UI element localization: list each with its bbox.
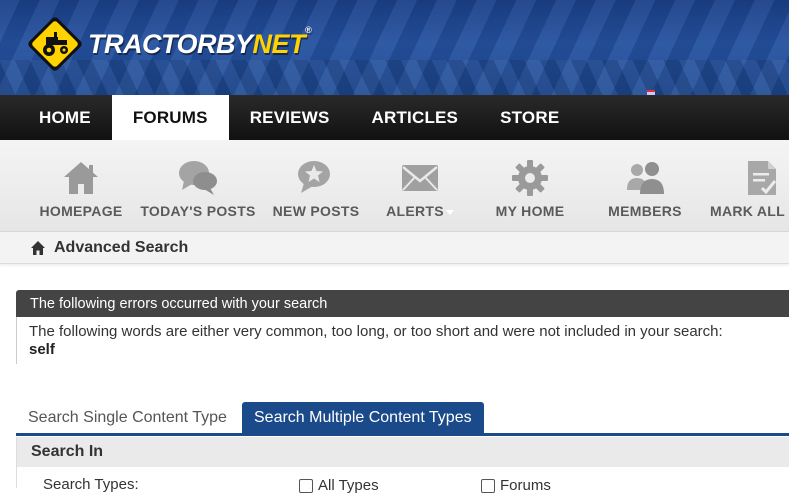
error-word: self [29, 341, 55, 358]
document-check-icon [742, 158, 782, 198]
error-body: The following words are either very comm… [16, 317, 789, 364]
checkbox-all-types-box[interactable] [299, 478, 313, 493]
subnav-alerts-label: ALERTS [386, 203, 454, 219]
breadcrumb: Advanced Search [0, 232, 789, 264]
subnav-homepage[interactable]: HOMEPAGE [39, 140, 123, 232]
subnav-new-posts[interactable]: NEW POSTS [272, 140, 360, 232]
subnav-my-home-label: MY HOME [495, 203, 565, 219]
tab-single-content-type[interactable]: Search Single Content Type [28, 402, 227, 433]
site-name-part2: NET [252, 28, 306, 59]
site-name-part1: TRACTORBY [88, 28, 253, 59]
subnav-mark-all-read-label: MARK ALL R [710, 203, 789, 219]
nav-reviews[interactable]: REVIEWS [229, 95, 351, 140]
checkbox-all-types-label: All Types [318, 477, 379, 494]
error-box: The following errors occurred with your … [16, 290, 789, 370]
chevron-down-icon [445, 209, 454, 215]
subnav-todays-posts[interactable]: TODAY'S POSTS [140, 140, 256, 232]
subnav-members-label: MEMBERS [608, 203, 682, 219]
search-in-panel: Search In Search Types: All Types Forums [16, 437, 789, 494]
tab-multiple-content-types[interactable]: Search Multiple Content Types [242, 402, 484, 433]
new-posts-bubble-icon [296, 158, 336, 198]
subnav-mark-all-read[interactable]: MARK ALL R [706, 140, 789, 232]
subnav-alerts-text: ALERTS [386, 203, 444, 219]
search-tabs: Search Single Content Type Search Multip… [16, 402, 789, 436]
header-banner: TRACTORBYNET® [0, 0, 789, 95]
members-icon [625, 158, 665, 198]
error-message: The following words are either very comm… [29, 323, 723, 340]
envelope-icon [400, 158, 440, 198]
house-icon [61, 158, 101, 198]
home-icon[interactable] [30, 240, 46, 256]
registered-mark: ® [305, 24, 312, 35]
subnav-members[interactable]: MEMBERS [606, 140, 684, 232]
subnav-new-posts-label: NEW POSTS [272, 203, 360, 219]
checkbox-forums-box[interactable] [481, 478, 495, 493]
subnav-homepage-label: HOMEPAGE [39, 203, 123, 219]
sub-nav: HOMEPAGE TODAY'S POSTS NEW POSTS ALERTS [0, 140, 789, 232]
nav-articles[interactable]: ARTICLES [351, 95, 480, 140]
search-in-heading: Search In [17, 437, 789, 467]
search-types-row: Search Types: All Types Forums [17, 467, 789, 494]
error-heading: The following errors occurred with your … [16, 290, 789, 317]
search-types-label: Search Types: [43, 476, 139, 493]
checkbox-forums[interactable]: Forums [481, 477, 551, 494]
top-nav: HOME FORUMS REVIEWS ARTICLES STORE [0, 95, 789, 140]
tractor-logo-icon [24, 13, 86, 75]
subnav-todays-posts-label: TODAY'S POSTS [140, 203, 256, 219]
page-title: Advanced Search [54, 238, 189, 256]
nav-forums[interactable]: FORUMS [111, 95, 229, 140]
nav-store[interactable]: STORE [479, 95, 580, 140]
subnav-alerts[interactable]: ALERTS [382, 140, 458, 232]
gear-icon [510, 158, 550, 198]
speech-bubbles-icon [178, 158, 218, 198]
checkbox-all-types[interactable]: All Types [299, 477, 379, 494]
nav-home[interactable]: HOME [0, 95, 112, 140]
subnav-my-home[interactable]: MY HOME [494, 140, 566, 232]
checkbox-forums-label: Forums [500, 477, 551, 494]
site-name: TRACTORBYNET® [88, 25, 312, 60]
site-logo[interactable]: TRACTORBYNET® [24, 12, 312, 76]
